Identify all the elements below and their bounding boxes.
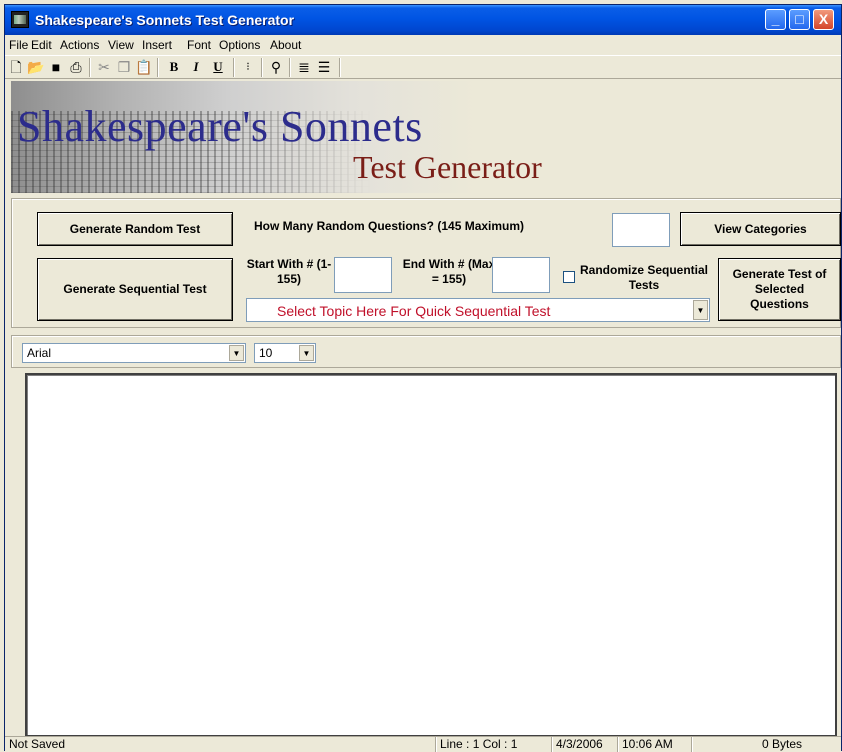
cut-scissors-icon[interactable]: ✂: [95, 58, 113, 76]
start-with-label: Start With # (1-155): [246, 257, 332, 286]
generate-selected-test-button[interactable]: Generate Test of Selected Questions: [718, 258, 841, 321]
font-bar: Arial ▼ 10 ▼: [11, 335, 841, 368]
randomize-label: Randomize Sequential Tests: [579, 263, 709, 292]
generate-random-test-button[interactable]: Generate Random Test: [37, 212, 233, 246]
align-center-icon[interactable]: ☰: [315, 58, 333, 76]
app-icon[interactable]: [11, 11, 29, 28]
menu-view[interactable]: View: [108, 38, 134, 52]
banner-logo: Shakespeare's Sonnets Test Generator: [11, 81, 631, 193]
close-button[interactable]: X: [813, 9, 834, 30]
save-status: Not Saved: [9, 737, 66, 751]
how-many-label: How Many Random Questions? (145 Maximum): [254, 219, 525, 233]
status-bar: Not Saved Line : 1 Col : 1 4/3/2006 10:0…: [5, 736, 841, 752]
menu-options[interactable]: Options: [219, 38, 260, 52]
copy-icon[interactable]: ❐: [115, 58, 133, 76]
maximize-button[interactable]: □: [789, 9, 810, 30]
menu-bar: File Edit Actions View Insert Font Optio…: [5, 35, 841, 54]
menu-insert[interactable]: Insert: [142, 38, 172, 52]
toolbar-separator: [157, 58, 159, 77]
toolbar-separator: [289, 58, 291, 77]
generate-sequential-test-button[interactable]: Generate Sequential Test: [37, 258, 233, 321]
line-col-status: Line : 1 Col : 1: [435, 737, 551, 752]
chevron-down-icon[interactable]: ▼: [229, 345, 244, 361]
font-name-value: Arial: [27, 346, 52, 360]
menu-edit[interactable]: Edit: [31, 38, 52, 52]
toolbar: 🗋 📂 ■ ⎙ ✂ ❐ 📋 B I U ⁝ ⚲ ≣ ☰: [5, 55, 841, 79]
toolbar-separator: [339, 58, 341, 77]
underline-icon[interactable]: U: [209, 58, 227, 76]
test-options-panel: Generate Random Test How Many Random Que…: [11, 198, 841, 328]
bullets-icon[interactable]: ⁝: [239, 58, 257, 76]
font-size-value: 10: [259, 346, 273, 360]
menu-actions[interactable]: Actions: [60, 38, 99, 52]
test-editor-area[interactable]: [25, 373, 837, 737]
font-name-select[interactable]: Arial ▼: [22, 343, 246, 363]
chevron-down-icon[interactable]: ▼: [299, 345, 314, 361]
topic-select[interactable]: Select Topic Here For Quick Sequential T…: [246, 298, 710, 322]
find-binoculars-icon[interactable]: ⚲: [267, 58, 285, 76]
date-status: 4/3/2006: [551, 737, 617, 752]
print-icon[interactable]: ⎙: [67, 58, 85, 76]
randomize-checkbox[interactable]: [563, 271, 575, 283]
view-categories-button[interactable]: View Categories: [680, 212, 841, 246]
align-left-icon[interactable]: ≣: [295, 58, 313, 76]
start-with-input[interactable]: [334, 257, 392, 293]
menu-about[interactable]: About: [270, 38, 301, 52]
toolbar-separator: [261, 58, 263, 77]
banner-title: Shakespeare's Sonnets: [17, 102, 423, 151]
font-size-select[interactable]: 10 ▼: [254, 343, 316, 363]
bold-icon[interactable]: B: [165, 58, 183, 76]
save-disk-icon[interactable]: ■: [47, 58, 65, 76]
how-many-input[interactable]: [612, 213, 670, 247]
end-with-input[interactable]: [492, 257, 550, 293]
time-status: 10:06 AM: [617, 737, 691, 752]
size-status: 0 Bytes: [691, 737, 831, 752]
minimize-button[interactable]: _: [765, 9, 786, 30]
paste-icon[interactable]: 📋: [135, 58, 153, 76]
topic-select-value: Select Topic Here For Quick Sequential T…: [277, 303, 551, 319]
menu-font[interactable]: Font: [187, 38, 211, 52]
toolbar-separator: [89, 58, 91, 77]
app-window: Shakespeare's Sonnets Test Generator _ □…: [4, 4, 842, 752]
italic-icon[interactable]: I: [187, 58, 205, 76]
chevron-down-icon[interactable]: ▼: [693, 300, 708, 320]
open-folder-icon[interactable]: 📂: [27, 58, 45, 76]
toolbar-separator: [233, 58, 235, 77]
end-with-label: End With # (Max = 155): [402, 257, 496, 286]
window-title: Shakespeare's Sonnets Test Generator: [35, 12, 295, 28]
menu-file[interactable]: File: [9, 38, 28, 52]
banner-subtitle: Test Generator: [353, 149, 542, 185]
title-bar[interactable]: Shakespeare's Sonnets Test Generator _ □…: [5, 5, 841, 35]
new-document-icon[interactable]: 🗋: [7, 58, 25, 76]
